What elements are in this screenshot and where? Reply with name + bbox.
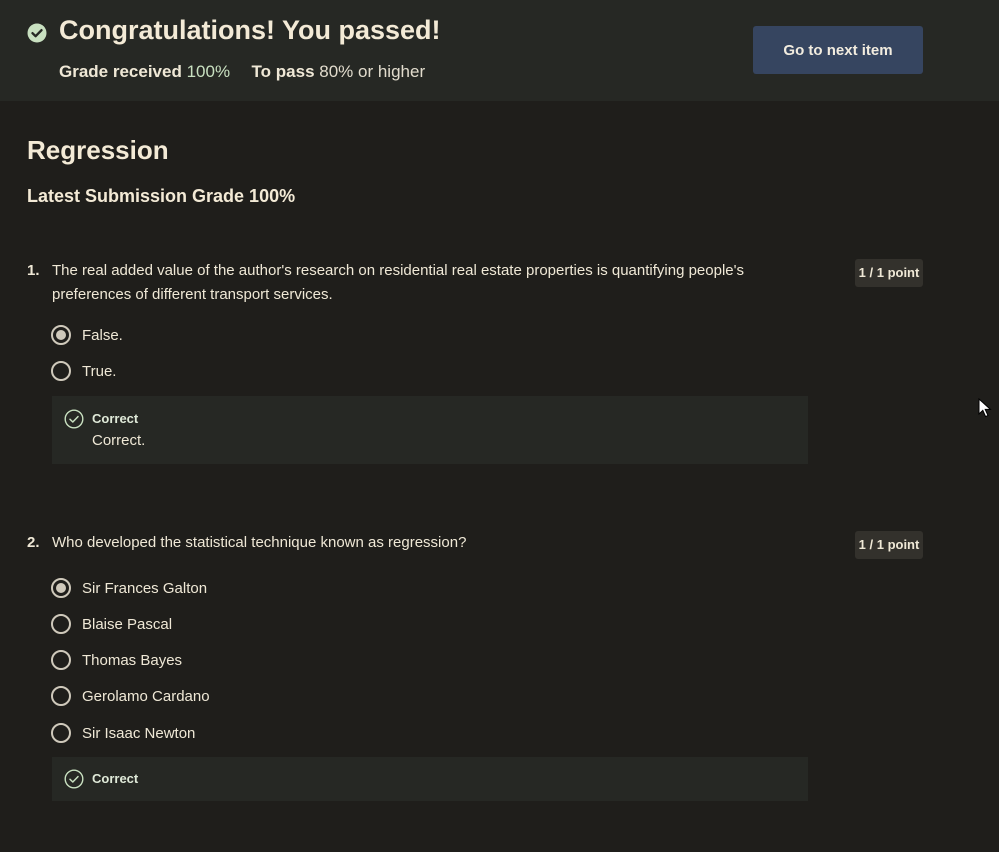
radio-button-checked[interactable] — [51, 325, 71, 345]
answer-option-label: Blaise Pascal — [82, 615, 173, 633]
mouse-pointer-icon — [978, 398, 992, 418]
points-badge: 1 / 1 point — [855, 531, 923, 559]
radio-button[interactable] — [51, 361, 71, 381]
grade-summary: Grade received 100% To pass 80% or highe… — [59, 62, 425, 82]
check-circle-filled-icon — [27, 23, 47, 43]
grade-received-value: 100% — [186, 62, 231, 81]
pass-title: Congratulations! You passed! — [59, 15, 441, 45]
latest-submission-grade: Latest Submission Grade 100% — [27, 186, 296, 206]
answer-option[interactable]: True. — [51, 360, 116, 382]
feedback-text: Correct. — [92, 432, 146, 449]
answer-option[interactable]: Thomas Bayes — [51, 649, 182, 671]
points-badge: 1 / 1 point — [855, 259, 923, 287]
feedback-box: Correct — [52, 757, 808, 801]
answer-option-label: Sir Isaac Newton — [82, 724, 196, 742]
feedback-box: Correct Correct. — [52, 396, 808, 464]
to-pass-value: 80% or higher — [319, 62, 426, 81]
answer-option[interactable]: Sir Frances Galton — [51, 577, 207, 599]
answer-option[interactable]: Sir Isaac Newton — [51, 722, 195, 744]
answer-option-label: True. — [82, 362, 117, 380]
check-circle-outline-icon — [64, 769, 84, 789]
radio-button[interactable] — [51, 614, 71, 634]
answer-option[interactable]: False. — [51, 324, 123, 346]
radio-button[interactable] — [51, 686, 71, 706]
question-number: 2. — [27, 534, 40, 551]
radio-button[interactable] — [51, 650, 71, 670]
answer-option[interactable]: Blaise Pascal — [51, 613, 172, 635]
question-text: Who developed the statistical technique … — [52, 534, 467, 551]
question-text: The real added value of the author's res… — [52, 262, 744, 303]
feedback-status: Correct — [92, 771, 139, 786]
question-number: 1. — [27, 262, 40, 279]
feedback-status: Correct — [92, 411, 139, 426]
check-circle-outline-icon — [64, 409, 84, 429]
answer-option-label: False. — [82, 326, 123, 344]
radio-button[interactable] — [51, 723, 71, 743]
answer-option[interactable]: Gerolamo Cardano — [51, 685, 210, 707]
radio-button-checked[interactable] — [51, 578, 71, 598]
answer-option-label: Gerolamo Cardano — [82, 687, 210, 705]
result-header: Congratulations! You passed! Grade recei… — [0, 0, 999, 101]
answer-option-label: Sir Frances Galton — [82, 579, 208, 597]
to-pass-label: To pass — [251, 62, 315, 81]
grade-received-label: Grade received — [59, 62, 182, 81]
go-to-next-item-button[interactable]: Go to next item — [753, 26, 923, 74]
quiz-title: Regression — [27, 135, 169, 165]
answer-option-label: Thomas Bayes — [82, 651, 183, 669]
